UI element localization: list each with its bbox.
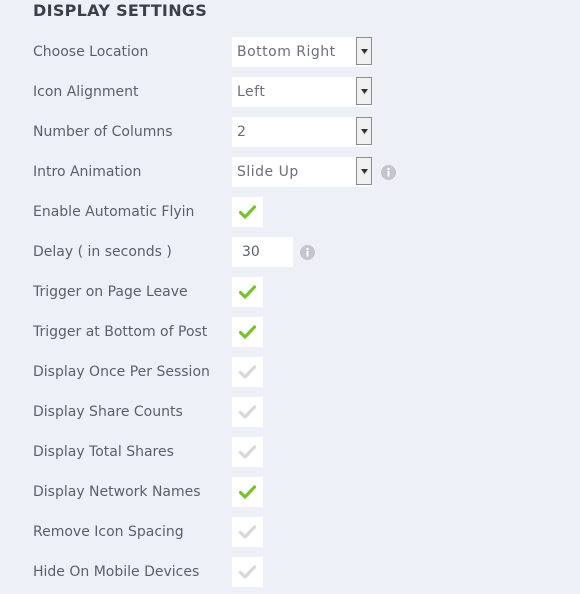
setting-row-total-shares: Display Total Shares (0, 436, 580, 468)
delay-input[interactable]: 30 (232, 237, 293, 267)
network-names-label: Display Network Names (33, 484, 201, 500)
check-icon (239, 325, 256, 339)
icon-alignment-select-value: Left (237, 84, 266, 100)
bottom-of-post-label: Trigger at Bottom of Post (33, 324, 208, 340)
info-icon[interactable] (381, 165, 396, 180)
columns-select[interactable]: 2 (232, 117, 372, 147)
setting-row-location: Choose Location Bottom Right (0, 36, 580, 68)
page-leave-checkbox[interactable] (232, 277, 263, 307)
location-label: Choose Location (33, 44, 149, 60)
share-counts-checkbox[interactable] (232, 397, 263, 427)
setting-row-delay: Delay ( in seconds ) 30 (0, 236, 580, 268)
setting-row-bottom-of-post: Trigger at Bottom of Post (0, 316, 580, 348)
delay-input-value: 30 (242, 244, 260, 260)
chevron-down-icon[interactable] (356, 157, 372, 185)
info-icon[interactable] (300, 245, 315, 260)
setting-row-once-per-session: Display Once Per Session (0, 356, 580, 388)
once-per-session-checkbox[interactable] (232, 357, 263, 387)
share-counts-label: Display Share Counts (33, 404, 183, 420)
intro-animation-label: Intro Animation (33, 164, 142, 180)
bottom-of-post-checkbox[interactable] (232, 317, 263, 347)
check-icon (239, 365, 256, 379)
icon-spacing-label: Remove Icon Spacing (33, 524, 184, 540)
check-icon (239, 485, 256, 499)
hide-mobile-label: Hide On Mobile Devices (33, 564, 200, 580)
setting-row-network-names: Display Network Names (0, 476, 580, 508)
setting-row-page-leave: Trigger on Page Leave (0, 276, 580, 308)
icon-alignment-label: Icon Alignment (33, 84, 139, 100)
intro-animation-select-value: Slide Up (237, 164, 299, 180)
setting-row-columns: Number of Columns 2 (0, 116, 580, 148)
auto-flyin-checkbox[interactable] (232, 197, 263, 227)
auto-flyin-label: Enable Automatic Flyin (33, 204, 195, 220)
check-icon (239, 205, 256, 219)
setting-row-intro-animation: Intro Animation Slide Up (0, 156, 580, 188)
columns-select-value: 2 (237, 124, 247, 140)
icon-alignment-select[interactable]: Left (232, 77, 372, 107)
setting-row-icon-alignment: Icon Alignment Left (0, 76, 580, 108)
total-shares-checkbox[interactable] (232, 437, 263, 467)
setting-row-share-counts: Display Share Counts (0, 396, 580, 428)
intro-animation-select[interactable]: Slide Up (232, 157, 372, 187)
check-icon (239, 445, 256, 459)
hide-mobile-checkbox[interactable] (232, 557, 263, 587)
setting-row-auto-flyin: Enable Automatic Flyin (0, 196, 580, 228)
columns-label: Number of Columns (33, 124, 173, 140)
chevron-down-icon[interactable] (356, 77, 372, 105)
icon-spacing-checkbox[interactable] (232, 517, 263, 547)
location-select[interactable]: Bottom Right (232, 37, 372, 67)
chevron-down-icon[interactable] (356, 117, 372, 145)
setting-row-icon-spacing: Remove Icon Spacing (0, 516, 580, 548)
location-select-value: Bottom Right (237, 44, 336, 60)
chevron-down-icon[interactable] (356, 37, 372, 65)
page-leave-label: Trigger on Page Leave (33, 284, 188, 300)
check-icon (239, 565, 256, 579)
setting-row-hide-mobile: Hide On Mobile Devices (0, 556, 580, 588)
once-per-session-label: Display Once Per Session (33, 364, 210, 380)
delay-label: Delay ( in seconds ) (33, 244, 172, 260)
section-title: DISPLAY SETTINGS (33, 1, 208, 20)
check-icon (239, 405, 256, 419)
check-icon (239, 525, 256, 539)
total-shares-label: Display Total Shares (33, 444, 174, 460)
network-names-checkbox[interactable] (232, 477, 263, 507)
check-icon (239, 285, 256, 299)
